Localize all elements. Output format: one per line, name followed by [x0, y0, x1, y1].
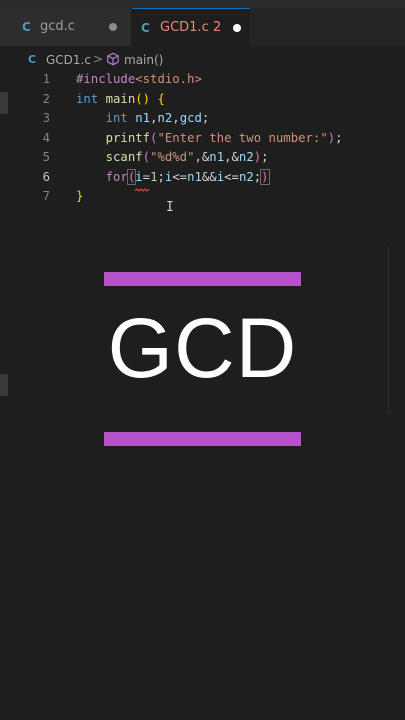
window-top-strip: [0, 0, 405, 8]
code-line[interactable]: 5 scanf("%d%d",&n1,&n2);: [0, 148, 405, 168]
overlay-title: GCD: [107, 301, 298, 395]
unsaved-dot-icon[interactable]: [233, 24, 241, 32]
code-text: #include<stdio.h>: [76, 72, 202, 86]
c-language-icon: C: [22, 20, 31, 34]
code-line[interactable]: 2 int main() {: [0, 90, 405, 110]
breadcrumb-file[interactable]: GCD1.c: [46, 53, 91, 67]
problem-count-badge: 2: [213, 20, 222, 35]
editor-ruler: [388, 246, 389, 414]
line-number: 6: [42, 169, 50, 184]
line-number: 4: [42, 130, 50, 145]
tab-label: gcd.c: [40, 19, 75, 34]
code-text: int main() {: [76, 91, 165, 106]
line-number: 1: [42, 72, 50, 86]
code-line[interactable]: 7 }: [0, 187, 405, 207]
tab-gcd1-c[interactable]: C GCD1.c 2: [132, 8, 250, 46]
symbol-method-icon: [107, 52, 119, 66]
code-text: printf("Enter the two number:");: [105, 130, 343, 145]
error-squiggle: [135, 188, 149, 192]
text-cursor-icon: I: [166, 200, 174, 215]
code-line-active[interactable]: 6 for(i=1;i<=n1&&i<=n2;): [0, 168, 405, 188]
code-text: int n1,n2,gcd;: [105, 111, 210, 125]
code-text: scanf("%d%d",&n1,&n2);: [105, 150, 269, 164]
code-line[interactable]: 1 #include<stdio.h>: [0, 70, 405, 90]
code-text: for(i=1;i<=n1&&i<=n2;): [105, 168, 270, 185]
c-language-icon: C: [28, 53, 37, 66]
breadcrumb-symbol[interactable]: main(): [124, 53, 163, 67]
code-line[interactable]: 3 int n1,n2,gcd;: [0, 109, 405, 129]
tab-bar: C gcd.c C GCD1.c 2: [0, 8, 405, 46]
tab-gcd-c[interactable]: C gcd.c: [0, 8, 132, 46]
title-bar-bottom: [104, 432, 301, 446]
tab-label: GCD1.c: [160, 20, 209, 35]
line-number: 3: [42, 111, 50, 125]
line-number: 2: [42, 91, 50, 106]
line-number: 7: [42, 189, 50, 203]
code-text: }: [76, 189, 84, 203]
code-line[interactable]: 4 printf("Enter the two number:");: [0, 129, 405, 149]
unsaved-dot-icon[interactable]: [109, 23, 117, 31]
c-language-icon: C: [141, 21, 150, 35]
line-number: 5: [42, 150, 50, 164]
title-bar-top: [104, 272, 301, 286]
chevron-right-icon: >: [93, 52, 104, 66]
